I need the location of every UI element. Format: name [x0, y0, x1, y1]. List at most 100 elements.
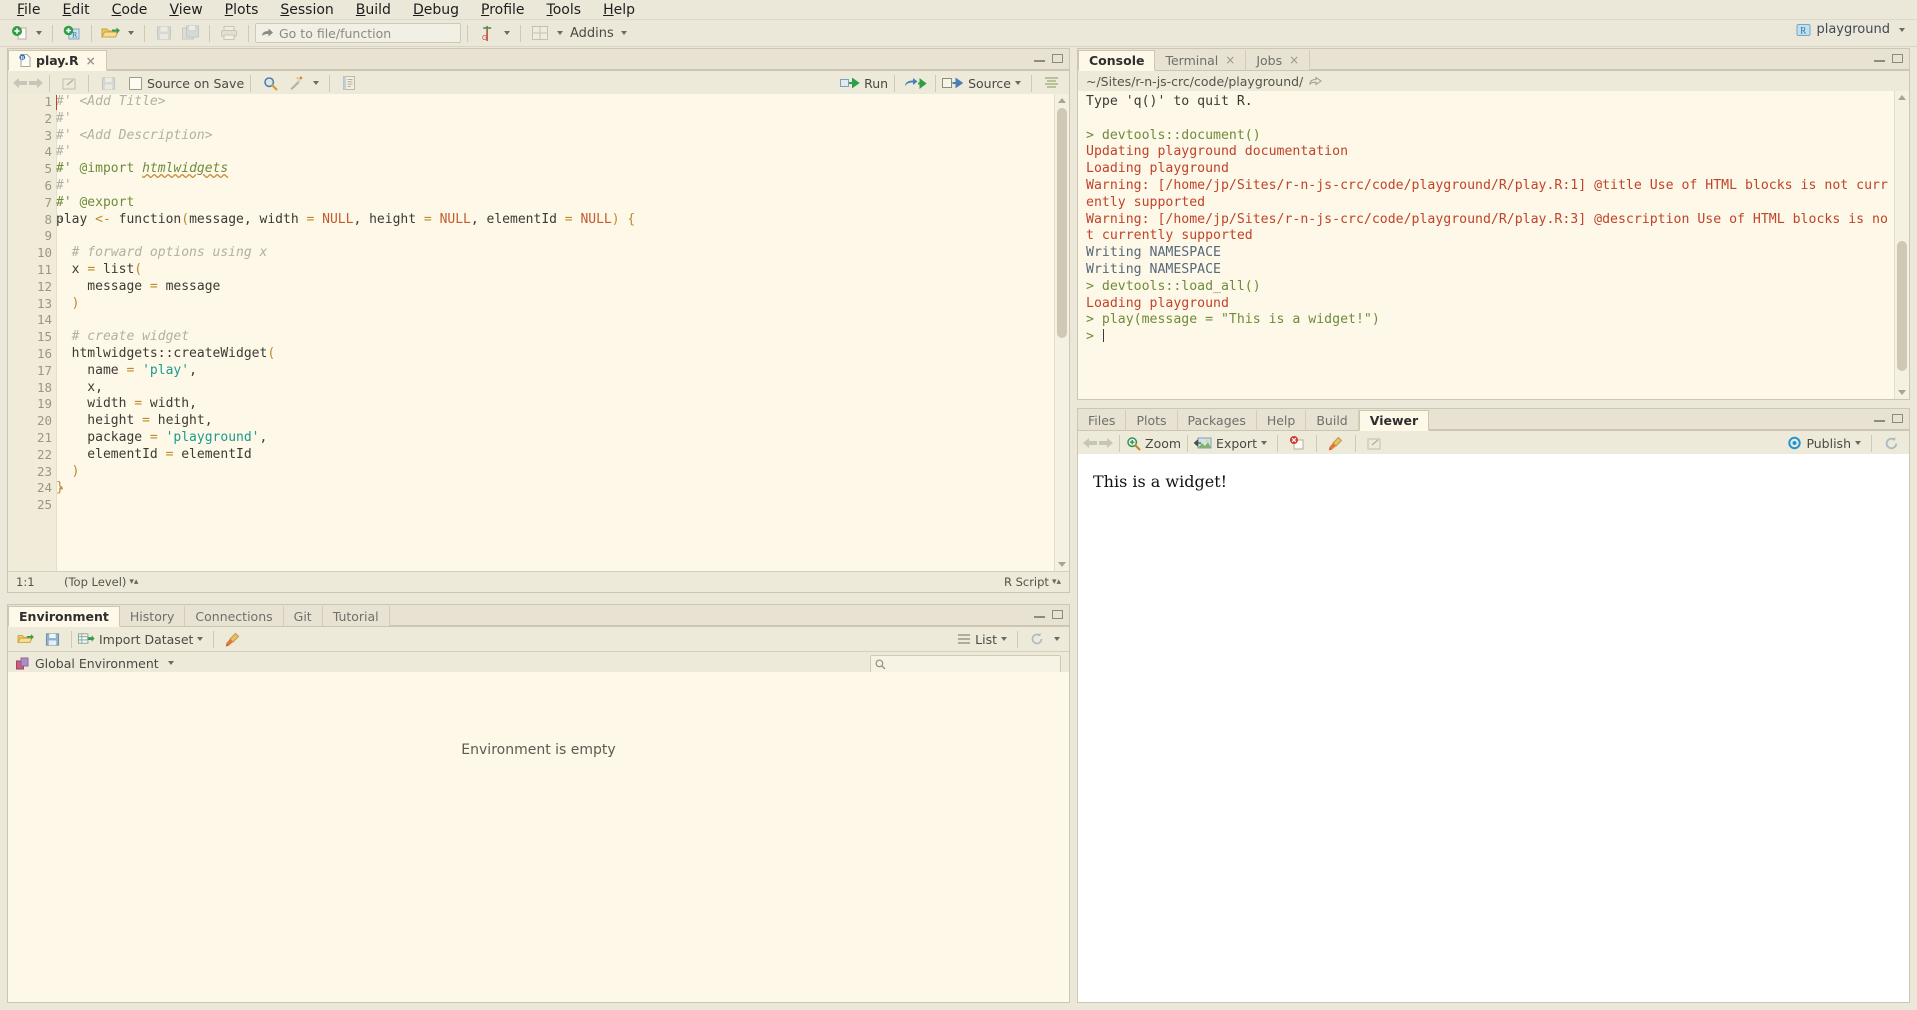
source-maximize-button[interactable] [1051, 53, 1064, 64]
viewer-content-area[interactable]: This is a widget! [1078, 454, 1909, 1002]
editor-vertical-scrollbar[interactable] [1054, 94, 1069, 571]
code-line[interactable] [56, 228, 1055, 245]
show-in-new-window-icon[interactable] [56, 72, 82, 94]
find-icon[interactable] [257, 72, 283, 94]
save-workspace-icon[interactable] [39, 628, 65, 650]
code-editor[interactable]: 1 2 3 4 5 6 7 8 ▾ 9 10 11 12 13 14 15 16 17 18 19 20 21 22 23 24… [8, 94, 1069, 571]
menu-item-edit[interactable]: Edit [51, 1, 100, 19]
refresh-icon[interactable] [1878, 432, 1904, 454]
viewer-tab-build[interactable]: Build [1306, 410, 1359, 430]
code-line[interactable]: #' <Add Title> [56, 94, 1055, 111]
code-line[interactable] [56, 312, 1055, 329]
back-arrow-icon[interactable] [13, 77, 28, 89]
code-line[interactable]: #' @export [56, 195, 1055, 212]
forward-arrow-icon[interactable] [1098, 437, 1113, 449]
source-tab-play-r[interactable]: R play.R × [8, 50, 107, 71]
code-line[interactable]: ) [56, 464, 1055, 481]
code-line[interactable]: height = height, [56, 413, 1055, 430]
viewer-export-caret[interactable] [1260, 441, 1267, 445]
environment-tab-tutorial[interactable]: Tutorial [322, 606, 390, 626]
import-dataset-button[interactable]: Import Dataset [78, 632, 193, 647]
save-icon[interactable] [95, 72, 121, 94]
environment-minimize-button[interactable] [1033, 609, 1046, 620]
environment-tab-git[interactable]: Git [283, 606, 323, 626]
menu-item-tools[interactable]: Tools [536, 1, 593, 19]
code-line[interactable] [56, 497, 1055, 514]
editor-scroll-thumb[interactable] [1057, 108, 1067, 338]
code-line[interactable]: x, [56, 380, 1055, 397]
load-workspace-icon[interactable] [13, 628, 39, 650]
addins-dropdown-caret[interactable] [620, 31, 627, 35]
console-tab-jobs[interactable]: Jobs × [1246, 50, 1311, 70]
source-minimize-button[interactable] [1033, 53, 1046, 64]
scope-selector-caret[interactable]: ▾▴ [129, 577, 138, 587]
code-line[interactable]: elementId = elementId [56, 447, 1055, 464]
remove-plot-icon[interactable] [1284, 432, 1310, 454]
console-path-label[interactable]: ~/Sites/r-n-js-crc/code/playground/ [1086, 74, 1303, 89]
code-line[interactable]: # create widget [56, 329, 1055, 346]
import-dataset-caret[interactable] [197, 637, 204, 641]
code-line[interactable]: htmlwidgets::createWidget( [56, 346, 1055, 363]
menu-item-file[interactable]: File [6, 1, 51, 19]
save-icon[interactable] [151, 22, 177, 44]
environment-tab-environment[interactable]: Environment [8, 606, 120, 627]
forward-arrow-icon[interactable] [28, 77, 43, 89]
console-scroll-up-arrow-icon[interactable] [1898, 95, 1906, 100]
environment-tab-history[interactable]: History [119, 606, 186, 626]
code-line[interactable]: message = message [56, 279, 1055, 296]
addins-button[interactable]: Addins [567, 26, 617, 41]
environment-scope-label[interactable]: Global Environment [35, 656, 159, 671]
menu-item-code[interactable]: Code [101, 1, 159, 19]
console-tab-console[interactable]: Console [1078, 50, 1156, 71]
refresh-icon[interactable] [1024, 628, 1050, 650]
code-line[interactable]: # forward options using x [56, 245, 1055, 262]
code-line[interactable]: #' [56, 178, 1055, 195]
open-file-icon[interactable] [98, 22, 124, 44]
back-arrow-icon[interactable] [1083, 437, 1098, 449]
refresh-caret[interactable] [1054, 637, 1060, 641]
menu-item-view[interactable]: View [158, 1, 213, 19]
save-all-icon[interactable] [177, 22, 203, 44]
workspace-panes-dropdown-caret[interactable] [557, 31, 563, 35]
clear-objects-icon[interactable] [220, 628, 246, 650]
file-type-selector[interactable]: R Script [1004, 575, 1049, 589]
source-on-save-checkbox[interactable] [129, 76, 142, 90]
file-type-caret[interactable]: ▾▴ [1052, 577, 1061, 587]
code-line[interactable]: } [56, 480, 1055, 497]
publish-button[interactable]: Publish [1787, 436, 1851, 451]
environment-scope-caret[interactable] [167, 661, 174, 665]
document-outline-icon[interactable] [1038, 72, 1064, 94]
console-maximize-button[interactable] [1891, 53, 1904, 64]
viewer-tab-plots[interactable]: Plots [1126, 410, 1178, 430]
version-control-icon[interactable]: G [474, 22, 500, 44]
environment-tab-connections[interactable]: Connections [185, 606, 284, 626]
run-button[interactable]: Run [840, 76, 888, 91]
environment-maximize-button[interactable] [1051, 609, 1064, 620]
viewer-maximize-button[interactable] [1891, 413, 1904, 424]
viewer-tab-viewer[interactable]: Viewer [1358, 410, 1430, 431]
menu-item-session[interactable]: Session [269, 1, 344, 19]
new-file-dropdown-caret[interactable] [36, 31, 42, 35]
code-line[interactable]: package = 'playground', [56, 430, 1055, 447]
code-line[interactable]: #' <Add Description> [56, 128, 1055, 145]
code-line[interactable]: width = width, [56, 396, 1055, 413]
code-line[interactable]: #' [56, 144, 1055, 161]
source-button[interactable]: Source [942, 76, 1011, 91]
console-scroll-thumb[interactable] [1897, 241, 1907, 371]
open-in-finder-icon[interactable] [1309, 76, 1323, 87]
list-view-caret[interactable] [1001, 637, 1007, 641]
menu-item-build[interactable]: Build [345, 1, 402, 19]
viewer-minimize-button[interactable] [1873, 413, 1886, 424]
viewer-zoom-button[interactable]: Zoom [1126, 436, 1181, 451]
console-output[interactable]: Type 'q()' to quit R. > devtools::docume… [1078, 91, 1909, 399]
console-minimize-button[interactable] [1873, 53, 1886, 64]
new-project-icon[interactable]: R [59, 22, 85, 44]
menu-item-help[interactable]: Help [592, 1, 646, 19]
clear-all-icon[interactable] [1323, 432, 1349, 454]
code-line[interactable]: x = list( [56, 262, 1055, 279]
show-in-new-window-icon[interactable] [1362, 432, 1388, 454]
environment-search-input[interactable] [870, 655, 1061, 673]
source-on-save-toggle[interactable]: Source on Save [129, 76, 244, 91]
console-scroll-down-arrow-icon[interactable] [1898, 390, 1906, 395]
code-line[interactable]: name = 'play', [56, 363, 1055, 380]
